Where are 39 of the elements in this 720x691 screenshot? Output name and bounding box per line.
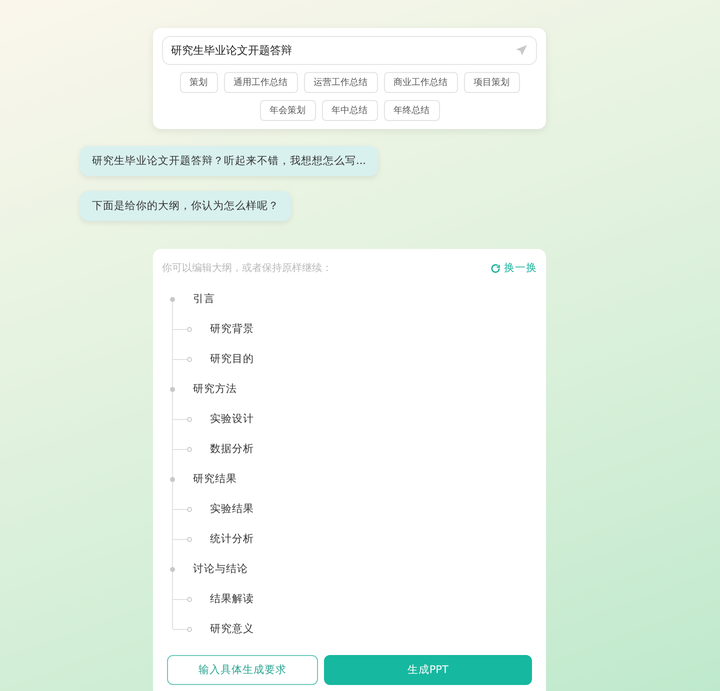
bullet-icon [187, 356, 192, 362]
bullet-icon [187, 446, 192, 452]
bullet-icon [170, 296, 175, 302]
topic-chip[interactable]: 年中总结 [322, 100, 378, 121]
outline-subitem[interactable]: 数据分析 [210, 442, 254, 456]
chat-bubble: 下面是给你的大纲，你认为怎么样呢？ [80, 191, 291, 221]
outline-hint: 你可以编辑大纲，或者保持原样继续： [162, 262, 332, 275]
outline-item[interactable]: 研究方法 [193, 382, 237, 396]
bullet-icon [187, 626, 192, 632]
topic-chip[interactable]: 策划 [180, 72, 218, 93]
outline-subitem[interactable]: 研究意义 [210, 622, 254, 636]
topic-chip[interactable]: 运营工作总结 [304, 72, 378, 93]
bullet-icon [170, 386, 175, 392]
topic-chip[interactable]: 通用工作总结 [224, 72, 298, 93]
outline-item[interactable]: 引言 [193, 292, 215, 306]
bullet-icon [187, 596, 192, 602]
outline-subitem[interactable]: 统计分析 [210, 532, 254, 546]
topic-chip[interactable]: 年终总结 [384, 100, 440, 121]
outline-subitem[interactable]: 实验结果 [210, 502, 254, 516]
topic-chip[interactable]: 商业工作总结 [384, 72, 458, 93]
bullet-icon [170, 476, 175, 482]
outline-item[interactable]: 讨论与结论 [193, 562, 248, 576]
outline-subitem[interactable]: 研究背景 [210, 322, 254, 336]
search-field[interactable]: 研究生毕业论文开题答辩 [162, 36, 537, 65]
topic-chip[interactable]: 年会策划 [260, 100, 316, 121]
outline-subitem[interactable]: 结果解读 [210, 592, 254, 606]
bullet-icon [187, 326, 192, 332]
send-icon[interactable] [515, 44, 528, 57]
bullet-icon [187, 536, 192, 542]
chat-bubble: 研究生毕业论文开题答辩？听起来不错，我想想怎么写... [80, 146, 378, 176]
refresh-icon [490, 262, 501, 274]
outline-subitem[interactable]: 实验设计 [210, 412, 254, 426]
bullet-icon [187, 416, 192, 422]
topic-chip[interactable]: 项目策划 [464, 72, 520, 93]
bullet-icon [170, 566, 175, 572]
outline-subitem[interactable]: 研究目的 [210, 352, 254, 366]
outline-item[interactable]: 研究结果 [193, 472, 237, 486]
search-text: 研究生毕业论文开题答辩 [171, 43, 292, 58]
bullet-icon [187, 506, 192, 512]
